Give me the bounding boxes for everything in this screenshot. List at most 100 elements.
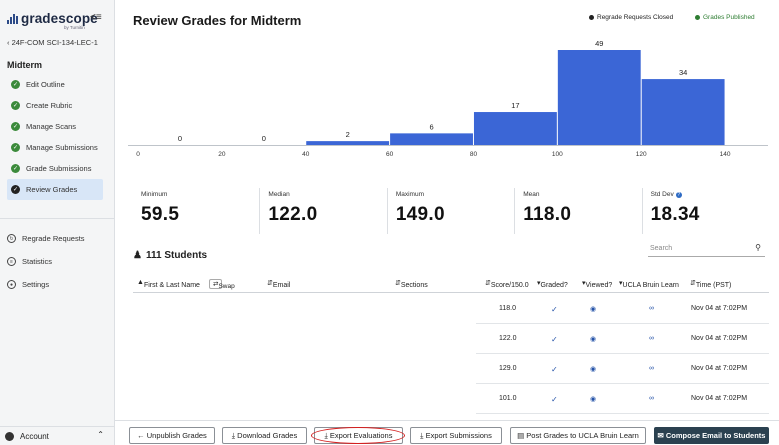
button-label: Compose Email to Students xyxy=(665,431,766,440)
stat-maximum: Maximum 149.0 xyxy=(386,188,514,234)
stat-std-dev: Std Dev ? 18.34 xyxy=(641,188,769,234)
column-name[interactable]: ▲ First & Last Name xyxy=(137,279,200,289)
account-menu[interactable]: Account ⌃ xyxy=(0,426,114,445)
stat-label-row: Std Dev ? xyxy=(651,191,769,198)
viewed-eye-icon: ◉ xyxy=(590,336,597,343)
table-row[interactable]: 118.0 ✓ ◉ ∞ Nov 04 at 7:02PM xyxy=(476,294,769,324)
sidebar-item-settings[interactable]: ● Settings xyxy=(7,280,49,289)
stat-minimum: Minimum 59.5 xyxy=(133,188,259,234)
logo-text: gradescope xyxy=(21,11,98,26)
column-label: Email xyxy=(272,282,291,289)
graded-check-icon: ✓ xyxy=(551,335,558,344)
stat-value: 122.0 xyxy=(268,204,318,225)
x-tick-label: 40 xyxy=(302,151,310,158)
help-icon[interactable]: ? xyxy=(675,191,682,198)
legend-grades-published: Grades Published xyxy=(695,14,755,21)
column-label: Sections xyxy=(400,282,428,289)
viewed-eye-icon: ◉ xyxy=(590,366,597,373)
bar-value-label: 34 xyxy=(679,68,687,77)
stat-value: 59.5 xyxy=(141,204,180,225)
bar-value-label: 17 xyxy=(511,101,519,110)
column-email[interactable]: ⇵ Email xyxy=(267,279,290,289)
histogram-bar[interactable] xyxy=(557,50,641,145)
stat-value: 18.34 xyxy=(650,204,700,225)
check-circle-icon: ✓ xyxy=(11,101,20,110)
histogram-bar[interactable] xyxy=(390,133,473,145)
sidebar-item-label: Review Grades xyxy=(26,185,78,194)
x-tick-label: 100 xyxy=(552,151,563,158)
students-count: 111 Students xyxy=(145,250,208,261)
histogram-bar[interactable] xyxy=(306,141,390,145)
export-submissions-button[interactable]: ⤓ Export Submissions xyxy=(410,427,502,444)
x-tick-label: 60 xyxy=(386,151,394,158)
column-viewed[interactable]: ▾ Viewed? xyxy=(582,279,612,289)
sidebar-item-grade-submissions[interactable]: ✓ Grade Submissions xyxy=(7,158,103,179)
arrow-left-icon: ← xyxy=(137,431,147,440)
column-sections[interactable]: ⇵ Sections xyxy=(395,279,428,289)
link-icon[interactable]: ∞ xyxy=(649,305,654,312)
column-score[interactable]: ⇵ Score/150.0 xyxy=(485,279,529,289)
column-lms[interactable]: ▾ UCLA Bruin Learn xyxy=(619,279,679,289)
sidebar-item-manage-submissions[interactable]: ✓ Manage Submissions xyxy=(7,137,103,158)
sidebar-divider xyxy=(0,218,114,219)
logo-bars-icon xyxy=(7,13,18,24)
graded-check-icon: ✓ xyxy=(551,365,558,374)
sidebar: gradescope by Turnitin <≡ ‹ 24F-COM SCI-… xyxy=(0,0,115,445)
check-circle-icon: ✓ xyxy=(11,185,20,194)
column-time[interactable]: ⇵ Time (PST) xyxy=(690,279,731,289)
viewed-eye-icon: ◉ xyxy=(590,396,597,403)
collapse-sidebar-icon[interactable]: <≡ xyxy=(90,12,102,23)
unpublish-grades-button[interactable]: ← Unpublish Grades xyxy=(129,427,215,444)
course-breadcrumb[interactable]: ‹ 24F-COM SCI-134-LEC-1 xyxy=(7,38,98,47)
stat-label: Minimum xyxy=(141,191,168,198)
button-label: Download Grades xyxy=(237,431,298,440)
table-row[interactable]: 129.0 ✓ ◉ ∞ Nov 04 at 7:02PM xyxy=(476,354,769,384)
link-icon[interactable]: ∞ xyxy=(649,335,654,342)
column-label: Score/150.0 xyxy=(490,282,529,289)
table-row[interactable]: 101.0 ✓ ◉ ∞ Nov 04 at 7:02PM xyxy=(476,384,769,414)
histogram-bar[interactable] xyxy=(641,79,725,145)
legend-label: Grades Published xyxy=(703,14,755,21)
sidebar-item-manage-scans[interactable]: ✓ Manage Scans xyxy=(7,116,103,137)
settings-icon: ● xyxy=(7,280,16,289)
stat-median: Median 122.0 xyxy=(259,188,386,234)
x-tick-label: 140 xyxy=(720,151,731,158)
sidebar-item-create-rubric[interactable]: ✓ Create Rubric xyxy=(7,95,103,116)
link-icon[interactable]: ∞ xyxy=(649,395,654,402)
search-input[interactable]: Search ⚲ xyxy=(648,240,765,257)
check-circle-icon: ✓ xyxy=(11,122,20,131)
stat-mean: Mean 118.0 xyxy=(514,188,641,234)
bar-value-label: 0 xyxy=(178,134,182,143)
person-icon: ♟ xyxy=(133,250,142,261)
time-cell: Nov 04 at 7:02PM xyxy=(691,395,748,402)
histogram-bar[interactable] xyxy=(473,112,557,145)
assignment-title: Midterm xyxy=(7,60,43,70)
column-graded[interactable]: ▾ Graded? xyxy=(537,279,568,289)
export-evaluations-button[interactable]: ⤓ Export Evaluations xyxy=(314,427,403,444)
x-tick-label: 0 xyxy=(136,151,140,158)
search-placeholder: Search xyxy=(650,244,673,252)
compose-email-button[interactable]: ✉ Compose Email to Students xyxy=(654,427,769,444)
button-label: Post Grades to UCLA Bruin Learn xyxy=(526,431,639,440)
sidebar-item-statistics[interactable]: ≡ Statistics xyxy=(7,257,52,266)
link-icon[interactable]: ∞ xyxy=(649,365,654,372)
gradescope-logo[interactable]: gradescope by Turnitin xyxy=(7,11,98,30)
swap-name-button[interactable]: ⇄ Swap xyxy=(209,279,235,290)
summary-statistics: Minimum 59.5 Median 122.0 Maximum 149.0 … xyxy=(133,188,769,234)
sidebar-item-regrade-requests[interactable]: ↻ Regrade Requests xyxy=(7,234,85,243)
status-dot-icon xyxy=(695,15,700,20)
download-grades-button[interactable]: ⤓ Download Grades xyxy=(222,427,307,444)
post-icon: ▤ xyxy=(517,431,527,440)
column-label: UCLA Bruin Learn xyxy=(622,282,679,289)
table-row[interactable]: 122.0 ✓ ◉ ∞ Nov 04 at 7:02PM xyxy=(476,324,769,354)
sidebar-item-review-grades[interactable]: ✓ Review Grades xyxy=(7,179,103,200)
sidebar-item-label: Settings xyxy=(22,280,50,289)
x-tick-label: 80 xyxy=(470,151,478,158)
chevron-up-icon: ⌃ xyxy=(97,430,104,439)
sidebar-item-edit-outline[interactable]: ✓ Edit Outline xyxy=(7,74,103,95)
stat-label: Std Dev xyxy=(650,191,674,198)
column-label: Viewed? xyxy=(585,282,613,289)
bar-value-label: 49 xyxy=(595,39,603,48)
column-label: Graded? xyxy=(540,282,568,289)
post-grades-button[interactable]: ▤ Post Grades to UCLA Bruin Learn xyxy=(510,427,646,444)
